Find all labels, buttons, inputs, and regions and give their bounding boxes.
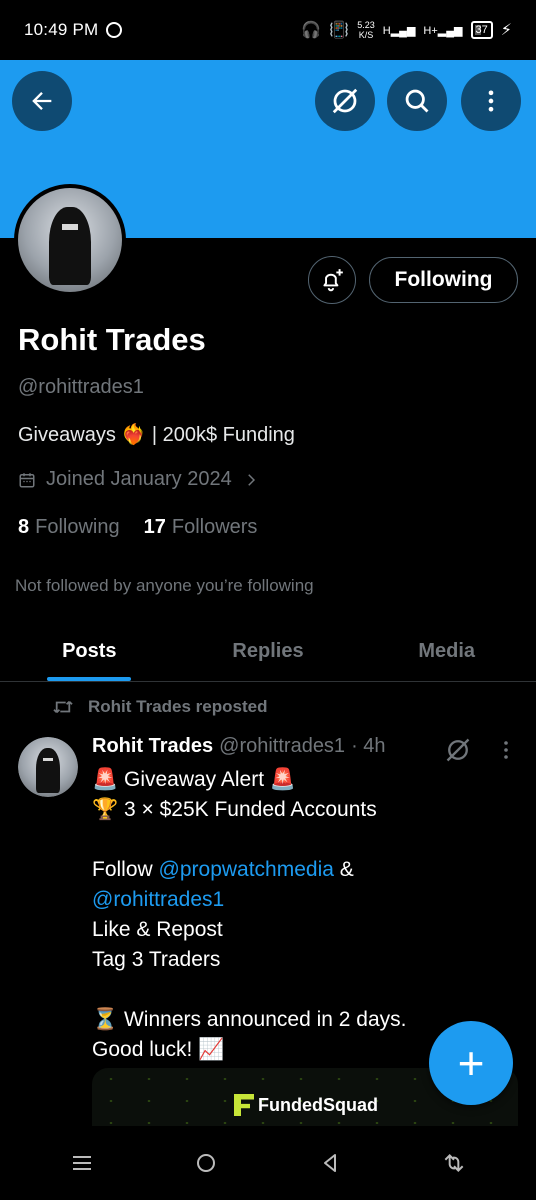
signal-icon-1: H▂▄▆ <box>382 24 416 37</box>
status-bar: 10:49 PM 🎧 📳 5.23 K/S H▂▄▆ H+▂▄▆ 37 ⚡ <box>0 0 536 60</box>
follow-counts: 8 Following 17 Followers <box>18 516 257 539</box>
post-line: 🚨 Giveaway Alert 🚨 <box>92 768 297 791</box>
tab-replies[interactable]: Replies <box>179 622 358 681</box>
followers-count-link[interactable]: 17 Followers <box>144 516 258 539</box>
headphones-icon: 🎧 <box>301 22 322 39</box>
back-nav-button[interactable] <box>310 1143 350 1183</box>
charging-icon: ⚡ <box>500 22 512 39</box>
profile-bio: Giveaways ❤️‍🔥 | 200k$ Funding <box>18 424 295 446</box>
plus-icon: + <box>457 1037 485 1089</box>
tab-posts[interactable]: Posts <box>0 622 179 681</box>
more-vertical-icon <box>504 741 508 759</box>
more-options-button[interactable] <box>461 71 521 131</box>
media-brand: FundedSquad <box>234 1094 378 1116</box>
profile-avatar[interactable] <box>14 184 126 296</box>
post-line: Follow @propwatchmedia & <box>92 858 354 881</box>
status-indicators: 🎧 📳 5.23 K/S H▂▄▆ H+▂▄▆ 37 ⚡ <box>301 20 512 40</box>
grok-button[interactable] <box>315 71 375 131</box>
rotate-icon <box>444 1154 464 1172</box>
post-author-avatar[interactable] <box>18 737 78 797</box>
compose-post-button[interactable]: + <box>429 1021 513 1105</box>
post-line: @rohittrades1 <box>92 885 512 915</box>
triangle-back-icon <box>324 1154 336 1172</box>
following-button[interactable]: Following <box>369 257 518 303</box>
search-button[interactable] <box>387 71 447 131</box>
tab-media[interactable]: Media <box>357 622 536 681</box>
bell-plus-icon <box>323 269 343 292</box>
battery-icon: 37 <box>470 21 493 39</box>
home-circle-icon <box>197 1154 215 1172</box>
post-line: 🏆 3 × $25K Funded Accounts <box>92 798 377 821</box>
post-time: · 4h <box>351 735 386 757</box>
mention-link[interactable]: @rohittrades1 <box>92 888 224 911</box>
post-text: 🚨 Giveaway Alert 🚨 🏆 3 × $25K Funded Acc… <box>92 765 512 1065</box>
following-count-link[interactable]: 8 Following <box>18 516 120 539</box>
menu-icon <box>73 1156 91 1170</box>
whatsapp-icon <box>106 22 123 38</box>
more-vertical-icon <box>488 90 494 112</box>
chevron-right-icon <box>247 473 255 486</box>
status-time: 10:49 PM <box>24 20 99 39</box>
grok-icon <box>446 738 470 762</box>
search-icon <box>405 89 429 113</box>
vibrate-icon: 📳 <box>329 22 350 39</box>
notifications-button[interactable] <box>308 256 356 304</box>
profile-tabs: Posts Replies Media <box>0 622 536 682</box>
post-header: Rohit Trades @rohittrades1 · 4h <box>92 735 386 758</box>
not-followed-note: Not followed by anyone you’re following <box>15 576 314 595</box>
post-line: Tag 3 Traders <box>92 948 221 971</box>
home-button[interactable] <box>186 1143 226 1183</box>
system-nav-bar <box>0 1126 536 1200</box>
repost-icon <box>53 700 73 714</box>
profile-name: Rohit Trades <box>18 322 206 357</box>
back-button[interactable] <box>12 71 72 131</box>
post-author-name[interactable]: Rohit Trades <box>92 735 213 758</box>
post-line: Like & Repost <box>92 918 223 941</box>
joined-date[interactable]: Joined January 2024 <box>18 468 260 491</box>
post-author-handle[interactable]: @rohittrades1 <box>219 735 345 758</box>
network-speed: 5.23 K/S <box>357 20 375 40</box>
signal-icon-2: H+▂▄▆ <box>423 24 463 37</box>
arrow-left-icon <box>32 92 52 110</box>
post-more-button[interactable] <box>500 738 512 762</box>
profile-handle: @rohittrades1 <box>18 376 144 398</box>
rotate-button[interactable] <box>434 1143 474 1183</box>
repost-indicator: Rohit Trades reposted <box>52 697 267 717</box>
mention-link[interactable]: @propwatchmedia <box>159 858 334 881</box>
fundedsquad-logo-icon <box>234 1094 254 1116</box>
joined-label: Joined January 2024 <box>46 468 232 490</box>
grok-icon <box>332 88 358 114</box>
calendar-icon <box>19 472 35 487</box>
recent-apps-button[interactable] <box>62 1143 102 1183</box>
